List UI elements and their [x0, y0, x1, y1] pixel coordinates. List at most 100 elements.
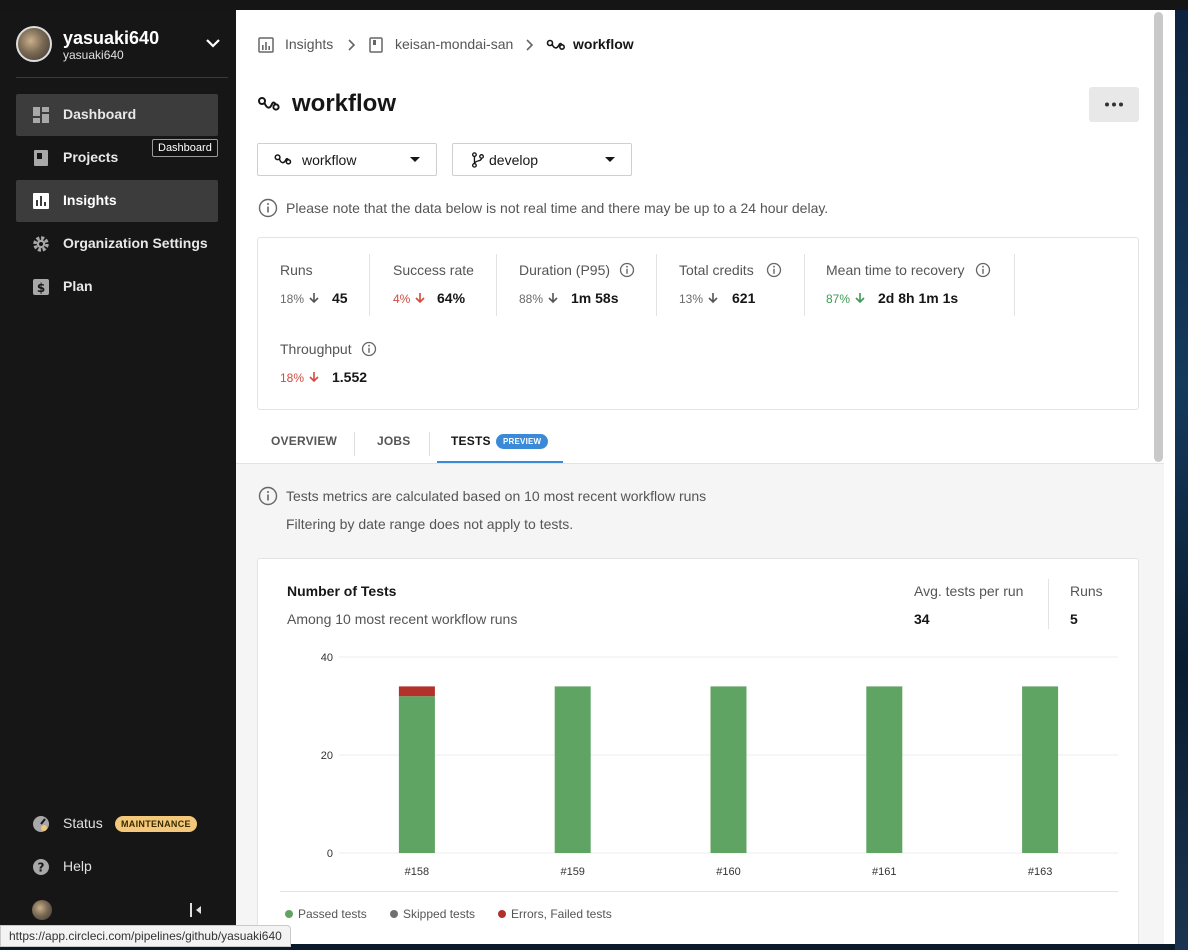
workflow-select-value: workflow [302, 152, 357, 168]
x-tick-label: #161 [872, 866, 896, 878]
metric-runs: Runs 18% 45 [280, 254, 370, 316]
arrow-down-icon [415, 293, 425, 304]
sidebar-item-label: Insights [63, 192, 117, 208]
avatar[interactable] [32, 900, 52, 920]
legend-label: Passed tests [298, 907, 367, 921]
bar-segment [710, 686, 747, 853]
metric-label-text: Total credits [679, 262, 754, 278]
sidebar-item-dashboard[interactable]: Dashboard [16, 94, 218, 136]
info-icon[interactable] [975, 262, 991, 278]
metric-label: Duration (P95) [519, 262, 635, 278]
chevron-down-icon[interactable] [204, 34, 222, 52]
metric-label: Mean time to recovery [826, 262, 991, 278]
legend-label: Errors, Failed tests [511, 907, 612, 921]
branch-select-value: develop [489, 152, 539, 168]
workflow-select[interactable]: workflow [257, 143, 437, 176]
metric-duration: Duration (P95) 88% 1m 58s [519, 254, 657, 316]
caret-down-icon [605, 157, 615, 162]
tests-filter-note: Filtering by date range does not apply t… [286, 516, 574, 532]
runs-value: 5 [1070, 611, 1078, 627]
x-tick-label: #158 [405, 866, 429, 878]
svg-text:$: $ [37, 281, 45, 295]
project-icon [369, 37, 383, 53]
status-gauge-icon [33, 816, 49, 832]
breadcrumb-insights[interactable]: Insights [285, 36, 333, 52]
chevron-right-icon [348, 39, 356, 51]
avg-tests-value: 34 [914, 611, 930, 627]
more-horizontal-icon [1105, 102, 1123, 107]
caret-down-icon [410, 157, 420, 162]
arrow-down-icon [548, 293, 558, 304]
y-tick-label: 20 [321, 750, 333, 762]
more-options-button[interactable] [1089, 87, 1139, 122]
tests-note: Tests metrics are calculated based on 10… [286, 488, 707, 504]
workflow-icon [258, 97, 280, 111]
chart-subtitle: Among 10 most recent workflow runs [287, 611, 518, 627]
tab-jobs[interactable]: JOBS [377, 434, 410, 448]
sidebar-item-label: Organization Settings [63, 235, 208, 251]
breadcrumb-project[interactable]: keisan-mondai-san [395, 36, 513, 52]
branch-select[interactable]: develop [452, 143, 632, 176]
metric-total-credits: Total credits 13% 621 [679, 254, 805, 316]
stat-divider [1048, 579, 1049, 629]
metric-label: Throughput [280, 341, 377, 357]
metric-change: 13% [679, 292, 704, 306]
insights-icon [33, 193, 49, 209]
sidebar-item-plan[interactable]: $ Plan [16, 266, 218, 308]
sidebar-item-insights[interactable]: Insights [16, 180, 218, 222]
info-icon[interactable] [361, 341, 377, 357]
user-menu[interactable]: yasuaki640 yasuaki640 [16, 26, 228, 78]
tests-bar-chart: 0 20 40 #158 #159 #160 #161 #163 [321, 652, 1118, 878]
legend-swatch [285, 910, 293, 918]
svg-text:?: ? [38, 861, 45, 875]
maintenance-badge: MAINTENANCE [115, 816, 197, 832]
arrow-down-icon [708, 293, 718, 304]
workflow-icon [274, 154, 292, 165]
sidebar-item-label: Dashboard [63, 106, 137, 122]
legend-swatch [498, 910, 506, 918]
metric-label-text: Throughput [280, 341, 352, 357]
metric-label-text: Mean time to recovery [826, 262, 965, 278]
tab-divider [354, 432, 355, 456]
user-login: yasuaki640 [63, 48, 124, 62]
collapse-sidebar-icon[interactable] [188, 902, 204, 918]
x-tick-label: #163 [1028, 866, 1052, 878]
tab-overview[interactable]: OVERVIEW [271, 434, 337, 448]
scrollbar[interactable] [1154, 12, 1163, 462]
metric-change: 4% [393, 292, 411, 306]
preview-badge: PREVIEW [496, 434, 549, 449]
info-icon [258, 198, 278, 218]
gear-icon [33, 236, 49, 252]
metric-mttr: Mean time to recovery 87% 2d 8h 1m 1s [826, 254, 1015, 316]
info-icon[interactable] [619, 262, 635, 278]
metric-label: Runs [280, 262, 313, 278]
metric-change: 87% [826, 292, 851, 306]
metric-value: 64% [437, 290, 466, 306]
info-icon[interactable] [766, 262, 782, 278]
arrow-down-icon [309, 293, 319, 304]
legend-divider [280, 891, 1118, 892]
y-tick-label: 40 [321, 652, 333, 664]
tests-panel: Tests metrics are calculated based on 10… [236, 463, 1164, 944]
avatar [16, 26, 52, 62]
sidebar-item-label: Projects [63, 149, 119, 165]
chart-title: Number of Tests [287, 583, 397, 599]
metric-throughput: Throughput 18% 1.552 [280, 333, 400, 395]
info-icon [258, 486, 278, 506]
bar-segment [1022, 686, 1059, 853]
metric-value: 45 [332, 290, 348, 306]
sidebar-help[interactable]: ? Help [32, 855, 222, 879]
sidebar-divider [16, 77, 228, 78]
sidebar-item-organization-settings[interactable]: Organization Settings [16, 223, 218, 265]
browser-window: yasuaki640 yasuaki640 Dashboard Projects… [0, 10, 1175, 944]
metric-label: Success rate [393, 262, 474, 278]
sidebar-status[interactable]: Status MAINTENANCE [32, 812, 222, 836]
tab-divider [429, 432, 430, 456]
tab-tests[interactable]: TESTS PREVIEW [451, 434, 549, 449]
delay-notice-text: Please note that the data below is not r… [286, 200, 829, 216]
dollar-icon: $ [33, 279, 49, 295]
metric-label-text: Duration (P95) [519, 262, 611, 278]
bar-segment [866, 686, 903, 853]
x-tick-label: #159 [560, 866, 584, 878]
insights-icon [258, 37, 274, 53]
